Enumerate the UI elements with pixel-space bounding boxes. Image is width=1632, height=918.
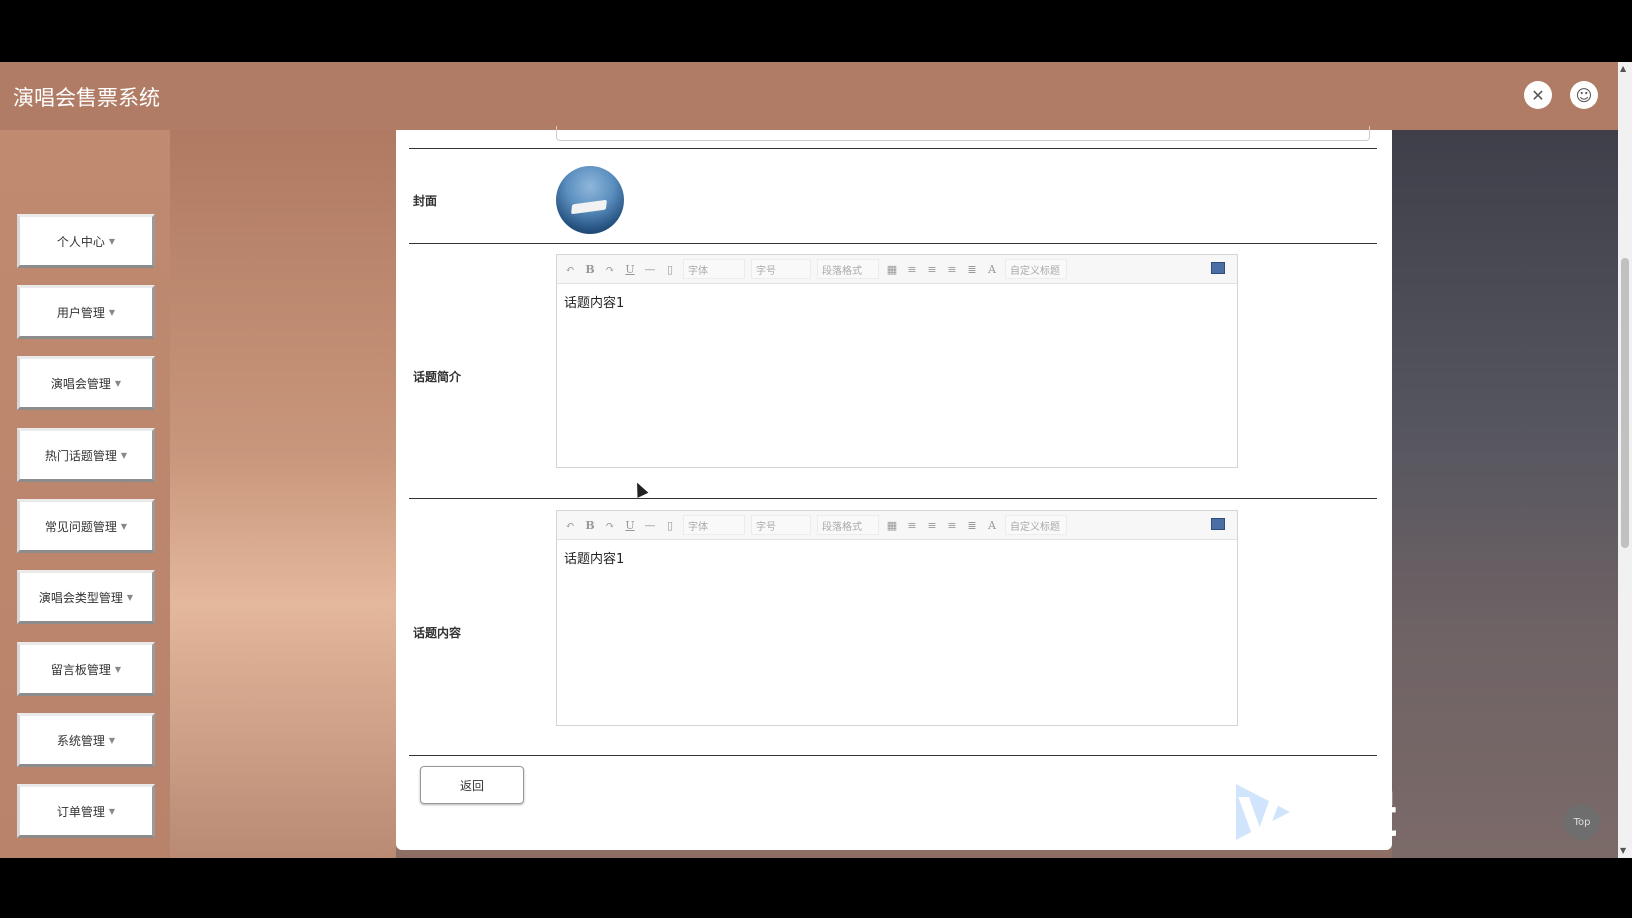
sidebar-item-personal-center[interactable]: 个人中心 ▼ — [17, 214, 155, 268]
sidebar-item-message-board-management[interactable]: 留言板管理 ▼ — [17, 642, 155, 696]
sidebar-item-concert-management[interactable]: 演唱会管理 ▼ — [17, 356, 155, 410]
caret-down-icon: ▼ — [108, 236, 116, 246]
redo-icon[interactable]: ↷ — [603, 519, 617, 532]
sidebar-item-label: 演唱会类型管理 — [38, 590, 123, 605]
sidebar: 个人中心 ▼ 用户管理 ▼ 演唱会管理 ▼ 热门话题管理 ▼ 常见问题管理 ▼ 演唱会类型… — [0, 130, 170, 858]
back-to-top-button[interactable]: Top — [1564, 804, 1600, 840]
content-label: 话题内容 — [413, 626, 462, 640]
divider — [409, 148, 1377, 149]
sidebar-item-label: 系统管理 — [56, 733, 105, 748]
fullscreen-exit-icon[interactable]: ✕ — [1524, 81, 1552, 109]
caret-down-icon: ▼ — [108, 806, 116, 816]
sidebar-item-faq-management[interactable]: 常见问题管理 ▼ — [17, 499, 155, 553]
sidebar-item-system-management[interactable]: 系统管理 ▼ — [17, 713, 155, 767]
sidebar-item-label: 常见问题管理 — [44, 519, 117, 534]
align-justify-icon[interactable]: ≣ — [965, 519, 979, 532]
caret-down-icon: ▼ — [108, 735, 116, 745]
sidebar-item-label: 热门话题管理 — [44, 448, 117, 463]
caret-down-icon: ▼ — [114, 664, 122, 674]
horizontal-rule-icon[interactable]: — — [643, 519, 657, 532]
align-left-icon[interactable]: ≡ — [905, 263, 919, 276]
sidebar-item-user-management[interactable]: 用户管理 ▼ — [17, 285, 155, 339]
sidebar-item-label: 演唱会管理 — [50, 376, 111, 391]
app-header: 演唱会售票系统 ✕ ☺ — [0, 62, 1618, 130]
table-icon[interactable]: ▦ — [885, 519, 899, 532]
divider — [409, 498, 1377, 499]
font-family-select[interactable]: 字体 — [683, 259, 745, 279]
cover-image — [556, 166, 624, 234]
font-family-select[interactable]: 字体 — [683, 515, 745, 535]
background-left — [170, 130, 396, 858]
page-scrollbar[interactable]: ▲ ▼ — [1618, 62, 1632, 858]
source-code-icon[interactable] — [1211, 262, 1225, 274]
custom-title-select[interactable]: 自定义标题 — [1005, 259, 1067, 279]
editor-toolbar: ↶ B ↷ U — ▯ 字体 字号 段落格式 ▦ ≡ ≡ ≡ ≣ A 自定义标题 — [557, 255, 1237, 284]
sidebar-item-label: 用户管理 — [56, 305, 105, 320]
user-icon[interactable]: ☺ — [1570, 81, 1598, 109]
table-icon[interactable]: ▦ — [885, 263, 899, 276]
sidebar-item-label: 个人中心 — [56, 234, 105, 249]
font-color-icon[interactable]: A — [985, 519, 999, 532]
sidebar-item-label: 订单管理 — [56, 804, 105, 819]
intro-label: 话题简介 — [413, 370, 462, 384]
font-color-icon[interactable]: A — [985, 263, 999, 276]
bold-icon[interactable]: B — [583, 263, 597, 276]
caret-down-icon: ▼ — [120, 450, 128, 460]
caret-down-icon: ▼ — [120, 521, 128, 531]
align-center-icon[interactable]: ≡ — [945, 519, 959, 532]
sidebar-item-concert-type-management[interactable]: 演唱会类型管理 ▼ — [17, 570, 155, 624]
sidebar-item-hot-topic-management[interactable]: 热门话题管理 ▼ — [17, 428, 155, 482]
editor-toolbar: ↶ B ↷ U — ▯ 字体 字号 段落格式 ▦ ≡ ≡ ≡ ≣ A 自定义标题 — [557, 511, 1237, 540]
app-screen: 演唱会售票系统 ✕ ☺ 个人中心 ▼ 用户管理 ▼ 演唱会管理 ▼ 热门话题管理 ▼ 常… — [0, 62, 1632, 858]
font-size-select[interactable]: 字号 — [751, 259, 811, 279]
align-left-icon[interactable]: ≡ — [905, 519, 919, 532]
align-center-icon[interactable]: ≡ — [945, 263, 959, 276]
background-right — [1392, 130, 1618, 858]
divider — [409, 755, 1377, 756]
content-editor[interactable]: ↶ B ↷ U — ▯ 字体 字号 段落格式 ▦ ≡ ≡ ≡ ≣ A 自定义标题… — [556, 510, 1238, 726]
app-title: 演唱会售票系统 — [13, 86, 160, 110]
ship-image — [571, 199, 607, 215]
caret-down-icon: ▼ — [126, 592, 134, 602]
align-justify-icon[interactable]: ≣ — [965, 263, 979, 276]
sidebar-item-label: 留言板管理 — [50, 662, 111, 677]
caret-down-icon: ▼ — [108, 307, 116, 317]
paragraph-select[interactable]: 段落格式 — [817, 259, 879, 279]
source-code-icon[interactable] — [1211, 518, 1225, 530]
paragraph-select[interactable]: 段落格式 — [817, 515, 879, 535]
align-right-icon[interactable]: ≡ — [925, 263, 939, 276]
align-right-icon[interactable]: ≡ — [925, 519, 939, 532]
scroll-thumb[interactable] — [1621, 258, 1629, 548]
intro-editor-body[interactable]: 话题内容1 — [557, 284, 1237, 319]
divider — [409, 243, 1377, 244]
paste-icon[interactable]: ▯ — [663, 263, 677, 276]
previous-field — [556, 126, 1370, 141]
intro-editor[interactable]: ↶ B ↷ U — ▯ 字体 字号 段落格式 ▦ ≡ ≡ ≡ ≣ A 自定义标题… — [556, 254, 1238, 468]
font-size-select[interactable]: 字号 — [751, 515, 811, 535]
undo-icon[interactable]: ↶ — [563, 519, 577, 532]
caret-down-icon: ▼ — [114, 378, 122, 388]
underline-icon[interactable]: U — [623, 519, 637, 532]
paste-icon[interactable]: ▯ — [663, 519, 677, 532]
detail-panel: 封面 话题简介 ↶ B ↷ U — ▯ 字体 字号 段落格式 ▦ ≡ ≡ ≡ ≣ — [396, 126, 1392, 850]
sidebar-item-order-management[interactable]: 订单管理 ▼ — [17, 784, 155, 838]
content-editor-body[interactable]: 话题内容1 — [557, 540, 1237, 575]
underline-icon[interactable]: U — [623, 263, 637, 276]
horizontal-rule-icon[interactable]: — — [643, 263, 657, 276]
scroll-up-icon[interactable]: ▲ — [1620, 64, 1626, 73]
back-button[interactable]: 返回 — [420, 766, 524, 804]
undo-icon[interactable]: ↶ — [563, 263, 577, 276]
scroll-down-icon[interactable]: ▼ — [1620, 846, 1626, 855]
redo-icon[interactable]: ↷ — [603, 263, 617, 276]
cover-label: 封面 — [413, 194, 438, 208]
custom-title-select[interactable]: 自定义标题 — [1005, 515, 1067, 535]
bold-icon[interactable]: B — [583, 519, 597, 532]
watermark-text: V剪辑 — [1238, 787, 1400, 852]
